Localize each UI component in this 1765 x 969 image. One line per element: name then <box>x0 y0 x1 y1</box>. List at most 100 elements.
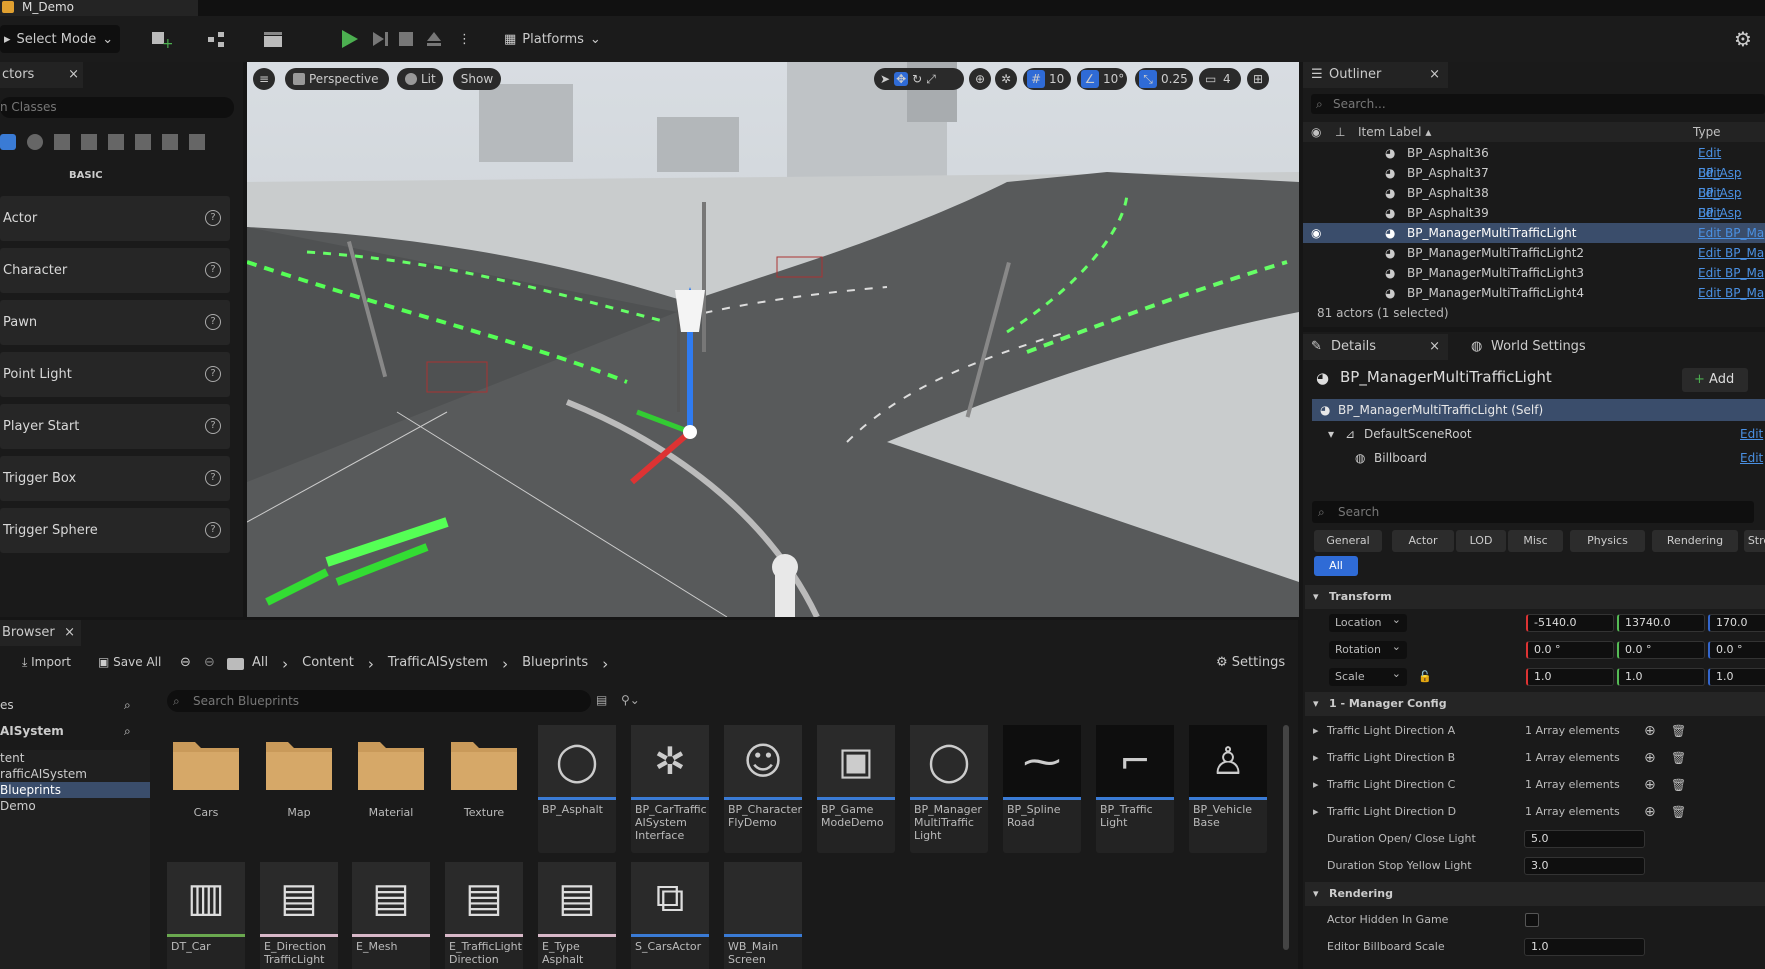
help-icon[interactable]: ? <box>205 470 221 486</box>
chevron-right-icon[interactable]: › <box>502 655 508 673</box>
select-tool-icon[interactable]: ➤ <box>880 72 890 86</box>
scale-dropdown[interactable]: Scale ⌄ <box>1329 667 1407 686</box>
outliner-item-type[interactable]: Edit BP_Ma <box>1698 263 1764 283</box>
search-icon[interactable]: ⌕ <box>124 719 131 743</box>
actor-item-character[interactable]: Character? <box>0 248 230 293</box>
breadcrumb-item[interactable]: TrafficAISystem <box>388 655 488 673</box>
duration-open-field[interactable]: 5.0 <box>1524 830 1645 848</box>
filter-chip-physics[interactable]: Physics <box>1570 530 1645 552</box>
add-actor-button[interactable]: + <box>150 25 188 53</box>
filter-chip-lod[interactable]: LOD <box>1456 530 1506 552</box>
component-default-scene-root[interactable]: ▾ ⊿ DefaultSceneRoot Edit <box>1312 423 1765 445</box>
outliner-item-type[interactable]: Edit BP_Ma <box>1698 283 1764 303</box>
expand-arrow-icon[interactable]: ▸ <box>1313 800 1319 824</box>
rotate-tool-icon[interactable]: ↻ <box>912 72 922 86</box>
asset-tile[interactable]: ✲ BP_CarTraffic AISystem Interface <box>631 725 709 853</box>
expand-arrow-icon[interactable]: ▸ <box>1313 719 1319 743</box>
play-options-button[interactable]: ⋮ <box>458 25 471 53</box>
folder-cars[interactable]: Cars <box>167 728 245 856</box>
close-icon[interactable]: × <box>1429 334 1440 360</box>
billboard-scale-field[interactable]: 1.0 <box>1524 938 1645 956</box>
show-button[interactable]: Show <box>453 68 501 90</box>
blueprint-button[interactable] <box>206 25 246 53</box>
outliner-item-type[interactable]: Edit BP_Ma <box>1698 223 1764 243</box>
lit-button[interactable]: Lit <box>397 68 443 90</box>
grid-snap-button[interactable]: # 10 <box>1023 68 1071 90</box>
trash-icon[interactable]: 🗑 <box>1671 719 1686 743</box>
close-icon[interactable]: × <box>68 62 79 88</box>
scale-y-field[interactable]: 1.0 <box>1617 668 1705 686</box>
filter-chip-stre[interactable]: Stre <box>1744 530 1765 552</box>
asset-search-input[interactable]: ⌕ Search Blueprints <box>167 690 591 712</box>
outliner-item-type[interactable]: Edit BP_Ma <box>1698 243 1764 263</box>
component-billboard[interactable]: ◍ Billboard Edit <box>1312 447 1765 469</box>
content-settings-button[interactable]: ⚙ Settings <box>1216 655 1285 670</box>
level-viewport[interactable]: ≡ Perspective Lit Show ➤ ✥ ↻ ⤢ ⊕ ✲ # 10 … <box>247 62 1299 617</box>
save-search-button[interactable]: ▤ <box>596 693 607 707</box>
actor-item-player-start[interactable]: Player Start? <box>0 404 230 449</box>
visual-effects-icon[interactable] <box>108 134 124 150</box>
light-icon[interactable] <box>27 134 43 150</box>
help-icon[interactable]: ? <box>205 314 221 330</box>
location-dropdown[interactable]: Location ⌄ <box>1329 613 1407 632</box>
asset-tile[interactable]: ⁓ BP_Spline Road <box>1003 725 1081 853</box>
viewport-layout-button[interactable]: ⊞ <box>1247 68 1269 90</box>
world-settings-tab[interactable]: ◍ World Settings <box>1461 334 1601 360</box>
asset-tile[interactable]: ⧉ S_CarsActor <box>631 862 709 969</box>
chevron-right-icon[interactable]: › <box>368 655 374 673</box>
type-header[interactable]: Type <box>1693 122 1721 142</box>
expand-arrow-icon[interactable]: ▸ <box>1313 773 1319 797</box>
asset-tile[interactable]: ▤ E_TrafficLight Direction <box>445 862 523 969</box>
all-classes-icon[interactable] <box>189 134 205 150</box>
import-button[interactable]: ⤓ Import <box>22 655 71 670</box>
history-back-button[interactable]: ⊖ <box>180 655 191 670</box>
filter-button[interactable]: ⚲⌄ <box>621 693 640 707</box>
rotation-x-field[interactable]: 0.0 ° <box>1526 641 1614 659</box>
step-button[interactable] <box>370 25 392 53</box>
duration-stop-field[interactable]: 3.0 <box>1524 857 1645 875</box>
recent-icon[interactable] <box>0 134 16 150</box>
folder-map[interactable]: Map <box>260 728 338 856</box>
folder-tree-item[interactable]: tent <box>0 750 150 766</box>
details-search-input[interactable]: ⌕ Search <box>1312 501 1754 523</box>
add-element-icon[interactable]: ⊕ <box>1644 773 1656 797</box>
rotation-z-field[interactable]: 0.0 ° <box>1708 641 1765 659</box>
content-browser-tab[interactable]: Browser × <box>0 620 81 646</box>
outliner-search-input[interactable]: ⌕ Search... <box>1311 94 1765 114</box>
play-button[interactable] <box>338 25 362 53</box>
outliner-row[interactable]: ◕ BP_ManagerMultiTrafficLight4 Edit BP_Ma <box>1303 283 1765 303</box>
actor-item-trigger-box[interactable]: Trigger Box? <box>0 456 230 501</box>
add-component-button[interactable]: + Add <box>1682 368 1748 392</box>
actor-item-actor[interactable]: Actor? <box>0 196 230 241</box>
outliner-row[interactable]: ◕ BP_ManagerMultiTrafficLight3 Edit BP_Ma <box>1303 263 1765 283</box>
perspective-button[interactable]: Perspective <box>285 68 389 90</box>
outliner-row[interactable]: ◕ BP_Asphalt38 Edit BP_Asp <box>1303 183 1765 220</box>
help-icon[interactable]: ? <box>205 210 221 226</box>
viewport-options-button[interactable]: ≡ <box>253 68 275 90</box>
shape-icon[interactable] <box>54 134 70 150</box>
pin-icon[interactable]: ⊥ <box>1335 122 1345 142</box>
details-tab[interactable]: ✎ Details × <box>1303 334 1448 360</box>
location-z-field[interactable]: 170.0 <box>1708 614 1765 632</box>
filter-all-button[interactable]: All <box>1314 556 1358 576</box>
breadcrumb-item[interactable]: Blueprints <box>522 655 588 673</box>
edit-link[interactable]: Edit <box>1740 447 1763 469</box>
asset-tile[interactable]: ⌐ BP_Traffic Light <box>1096 725 1174 853</box>
folder-texture[interactable]: Texture <box>445 728 523 856</box>
asset-tile[interactable]: ♙ BP_Vehicle Base <box>1189 725 1267 853</box>
asset-tile[interactable]: WB_Main Screen <box>724 862 802 969</box>
volumes-icon[interactable] <box>135 134 151 150</box>
component-self[interactable]: ◕ BP_ManagerMultiTrafficLight (Self) <box>1312 399 1765 421</box>
save-all-button[interactable]: ▣ Save All <box>98 655 161 669</box>
rendering-section[interactable]: ▾ Rendering <box>1305 882 1765 906</box>
trash-icon[interactable]: 🗑 <box>1671 800 1686 824</box>
folder-tree-item[interactable]: Demo <box>0 798 150 814</box>
lock-icon[interactable]: 🔓 <box>1418 665 1432 689</box>
cinematic-icon[interactable] <box>81 134 97 150</box>
filter-chip-misc[interactable]: Misc <box>1508 530 1563 552</box>
actor-item-point-light[interactable]: Point Light? <box>0 352 230 397</box>
folder-material[interactable]: Material <box>352 728 430 856</box>
world-local-button[interactable]: ⊕ <box>969 68 991 90</box>
search-icon[interactable]: ⌕ <box>124 693 131 717</box>
item-label-header[interactable]: Item Label ▴ <box>1358 122 1431 142</box>
